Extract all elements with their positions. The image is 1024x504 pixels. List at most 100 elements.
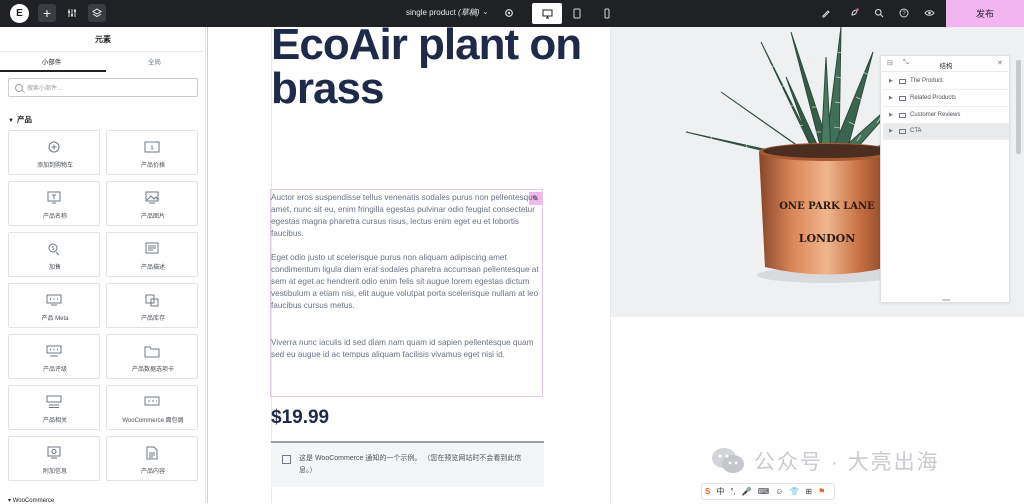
ime-language-toggle[interactable]: 中 bbox=[716, 486, 724, 497]
widget-label: 产品内容 bbox=[140, 469, 165, 475]
desktop-view-icon[interactable] bbox=[532, 3, 562, 24]
navigator-item-label: Related Products bbox=[910, 95, 957, 101]
widget-label: 产品价格 bbox=[140, 163, 165, 169]
search-icon[interactable] bbox=[870, 4, 888, 22]
preview-eye-icon[interactable] bbox=[920, 4, 938, 22]
ime-skin-icon[interactable]: 👕 bbox=[789, 487, 799, 496]
navigator-header[interactable]: ⊟ ⤡ 结构 ✕ bbox=[881, 56, 1011, 72]
container-icon bbox=[899, 79, 906, 84]
document-title[interactable]: single product (草稿) bbox=[406, 7, 479, 18]
ime-voice-icon[interactable]: 🎤 bbox=[742, 487, 752, 496]
navigator-item[interactable]: ▶ The Product bbox=[883, 74, 1009, 90]
elements-panel: 元素 小部件 全局 搜索小部件... ▼ 产品 添加到购物车 $ 产品价格 产品名… bbox=[0, 27, 206, 504]
widget-label: 加售 bbox=[48, 265, 61, 271]
ime-emoji-icon[interactable]: ☺ bbox=[775, 487, 783, 496]
widget-label: 产品描述 bbox=[140, 265, 165, 271]
editor-topbar: E + single product (草稿) ⌄ ? 发布 bbox=[0, 0, 1024, 27]
help-icon[interactable]: ? bbox=[895, 4, 913, 22]
cart-plus-icon bbox=[46, 140, 62, 154]
caret-right-icon[interactable]: ▶ bbox=[889, 78, 893, 84]
watermark-text: 公众号 · 大亮出海 bbox=[754, 451, 940, 474]
caret-right-icon[interactable]: ▶ bbox=[889, 95, 893, 101]
publish-button[interactable]: 发布 bbox=[946, 0, 1024, 27]
chevron-down-icon[interactable]: ⌄ bbox=[482, 7, 489, 16]
elementor-logo-button[interactable]: E bbox=[10, 4, 29, 23]
navigator-item[interactable]: ▶ Customer Reviews bbox=[883, 108, 1009, 124]
product-title-heading[interactable]: EcoAir plant on brass bbox=[271, 27, 591, 111]
ime-toolbox-icon[interactable]: ⊞ bbox=[805, 487, 812, 496]
resize-handle[interactable] bbox=[942, 299, 950, 301]
widget-additional-information[interactable]: 附加信息 bbox=[8, 436, 100, 481]
widget-add-to-cart[interactable]: 添加到购物车 bbox=[8, 130, 100, 175]
svg-text:$: $ bbox=[52, 246, 55, 252]
widget-label: 产品评级 bbox=[42, 367, 67, 373]
tab-widgets[interactable]: 小部件 bbox=[0, 56, 103, 66]
tab-global[interactable]: 全局 bbox=[103, 56, 206, 66]
navigator-item-label: CTA bbox=[910, 128, 922, 134]
widget-product-image[interactable]: 产品图片 bbox=[106, 181, 198, 226]
caret-right-icon[interactable]: ▶ bbox=[889, 112, 893, 118]
breadcrumbs-icon bbox=[144, 395, 160, 409]
ime-flag-icon[interactable]: ⚑ bbox=[818, 487, 825, 496]
product-price: $19.99 bbox=[271, 407, 330, 428]
site-settings-icon[interactable] bbox=[63, 4, 81, 22]
search-placeholder: 搜索小部件... bbox=[27, 86, 63, 92]
page-settings-gear-icon[interactable] bbox=[500, 4, 518, 22]
widget-product-meta[interactable]: 产品 Meta bbox=[8, 283, 100, 328]
add-element-button[interactable]: + bbox=[38, 4, 56, 22]
input-method-toolbar: S 中 °, 🎤 ⌨ ☺ 👕 ⊞ ⚑ bbox=[701, 483, 835, 500]
widget-label: 产品 Meta bbox=[41, 316, 69, 322]
search-icon bbox=[15, 83, 23, 92]
description-icon bbox=[144, 242, 160, 256]
widget-product-title[interactable]: 产品名称 bbox=[8, 181, 100, 226]
data-tabs-icon bbox=[144, 344, 160, 358]
category-title: 产品 bbox=[16, 115, 32, 124]
description-paragraph: Auctor eros suspendisse tellus venenatis… bbox=[271, 193, 538, 238]
mobile-view-icon[interactable] bbox=[592, 3, 622, 24]
pot-label-bottom: LONDON bbox=[799, 232, 856, 245]
stock-icon bbox=[144, 293, 160, 307]
close-icon[interactable]: ✕ bbox=[997, 59, 1003, 67]
active-tab-indicator bbox=[0, 70, 106, 72]
notice-icon bbox=[282, 455, 291, 464]
category-title: WooCommerce bbox=[12, 498, 55, 504]
widget-label: 添加到购物车 bbox=[36, 163, 73, 169]
widget-label: 产品数据选项卡 bbox=[131, 367, 174, 373]
upsell-icon: $ bbox=[46, 242, 62, 256]
rocket-icon[interactable] bbox=[845, 4, 863, 22]
meta-icon bbox=[46, 293, 62, 307]
sogou-logo-icon[interactable]: S bbox=[705, 487, 710, 496]
section-guide-line bbox=[207, 27, 208, 503]
widget-woocommerce-breadcrumbs[interactable]: WooCommerce 面包屑 bbox=[106, 385, 198, 430]
widget-label: 产品图片 bbox=[140, 214, 165, 220]
caret-right-icon[interactable]: ▶ bbox=[889, 128, 893, 134]
widget-product-rating[interactable]: 产品评级 bbox=[8, 334, 100, 379]
panel-title: 元素 bbox=[95, 35, 111, 44]
widget-label: 产品相关 bbox=[42, 418, 67, 424]
document-status: (草稿) bbox=[458, 8, 480, 17]
navigator-item[interactable]: ▶ Related Products bbox=[883, 91, 1009, 107]
canvas-scrollbar[interactable] bbox=[1016, 60, 1021, 154]
category-header-product[interactable]: ▼ 产品 bbox=[8, 114, 32, 125]
ime-keyboard-icon[interactable]: ⌨ bbox=[758, 487, 770, 496]
widget-product-price[interactable]: $ 产品价格 bbox=[106, 130, 198, 175]
widget-product-data-tabs[interactable]: 产品数据选项卡 bbox=[106, 334, 198, 379]
product-title-icon bbox=[46, 191, 62, 205]
pot-label-top: ONE PARK LANE bbox=[779, 201, 875, 212]
layers-icon[interactable] bbox=[88, 4, 106, 22]
navigator-item-selected[interactable]: ▶ CTA bbox=[883, 124, 1009, 140]
widget-product-stock[interactable]: 产品库存 bbox=[106, 283, 198, 328]
container-icon bbox=[899, 96, 906, 101]
pen-icon[interactable] bbox=[817, 4, 835, 22]
svg-text:$: $ bbox=[151, 146, 154, 152]
wechat-watermark: 公众号 · 大亮出海 bbox=[710, 446, 940, 476]
ime-punctuation-icon[interactable]: °, bbox=[730, 487, 735, 496]
widget-product-description[interactable]: 产品描述 bbox=[106, 232, 198, 277]
widget-search-input[interactable]: 搜索小部件... bbox=[8, 78, 198, 97]
widget-product-content[interactable]: 产品内容 bbox=[106, 436, 198, 481]
widget-upsell[interactable]: $ 加售 bbox=[8, 232, 100, 277]
container-icon bbox=[899, 129, 906, 134]
tablet-view-icon[interactable] bbox=[562, 3, 592, 24]
widget-product-related[interactable]: 产品相关 bbox=[8, 385, 100, 430]
woocommerce-notice: 这是 WooCommerce 通知的一个示例。 （您在预览网站时不会看到此信息。… bbox=[271, 441, 544, 487]
